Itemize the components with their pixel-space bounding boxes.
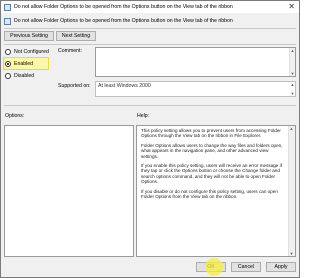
help-pane: This policy setting allows you to preven… [136, 125, 296, 257]
scroll-up-icon[interactable]: ▲ [290, 48, 295, 53]
options-label: Options: [5, 113, 25, 119]
policy-title: Do not allow Folder Options to be opened… [14, 18, 233, 24]
radio-enabled[interactable]: Enabled [5, 60, 33, 68]
cancel-button[interactable]: Cancel [231, 262, 261, 272]
cursor-highlight [205, 258, 223, 276]
radio-label: Enabled [14, 61, 34, 67]
policy-setting-icon [4, 3, 11, 11]
policy-setting-icon [4, 17, 11, 25]
supported-on-label: Supported on: [58, 83, 91, 89]
scroll-down-icon[interactable]: ▼ [290, 71, 295, 76]
help-paragraph: Folder Options allows users to change th… [141, 142, 283, 159]
next-setting-button[interactable]: Next Setting [56, 31, 96, 41]
divider [4, 44, 296, 45]
help-paragraph: If you enable this policy setting, users… [141, 163, 282, 185]
radio-button-selected[interactable] [5, 61, 11, 67]
scroll-down-icon[interactable]: ▼ [288, 251, 295, 256]
divider [4, 28, 296, 29]
supported-on-text: At least Windows 2000 [98, 83, 151, 89]
scroll-down-icon[interactable]: ▼ [290, 91, 295, 96]
supported-on-value: At least Windows 2000 ▲ ▼ [95, 81, 296, 97]
comment-label: Comment: [58, 48, 82, 54]
radio-disabled[interactable]: Disabled [5, 72, 34, 80]
apply-button[interactable]: Apply [266, 262, 296, 272]
radio-label: Not Configured [14, 49, 49, 55]
comment-field[interactable]: ▲ ▼ [95, 47, 296, 77]
radio-button[interactable] [5, 73, 11, 79]
previous-setting-button[interactable]: Previous Setting [4, 31, 54, 41]
close-icon[interactable]: ✕ [288, 2, 295, 12]
title-bar[interactable]: Do not allow Folder Options to be opened… [1, 1, 299, 13]
radio-button[interactable] [5, 49, 11, 55]
help-paragraph: This policy setting allows you to preven… [141, 128, 281, 139]
help-scrollbar[interactable] [288, 126, 295, 256]
radio-not-configured[interactable]: Not Configured [5, 48, 49, 56]
divider [4, 105, 296, 106]
help-label: Help: [137, 113, 150, 119]
radio-label: Disabled [14, 73, 35, 79]
scroll-up-icon[interactable]: ▲ [290, 82, 295, 87]
window-title: Do not allow Folder Options to be opened… [14, 4, 233, 10]
help-paragraph: If you disable or do not configure this … [141, 188, 278, 200]
policy-header: Do not allow Folder Options to be opened… [4, 16, 233, 26]
scroll-up-icon[interactable]: ▲ [288, 126, 295, 131]
options-pane [4, 125, 134, 257]
policy-dialog: Do not allow Folder Options to be opened… [0, 0, 300, 278]
